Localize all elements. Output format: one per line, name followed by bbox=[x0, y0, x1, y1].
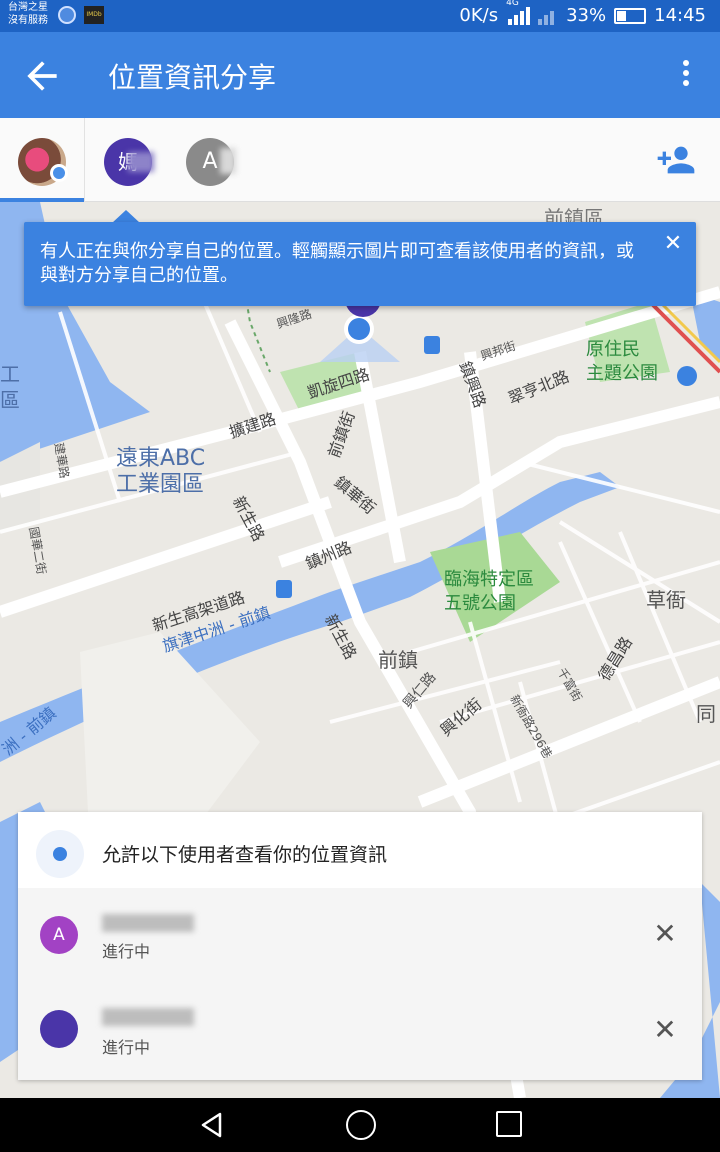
divider bbox=[84, 118, 85, 202]
share-status: 進行中 bbox=[102, 942, 151, 961]
net-speed: 0K/s bbox=[459, 5, 499, 26]
imdb-notification-icon: IMDb bbox=[84, 6, 104, 24]
share-status: 進行中 bbox=[102, 1038, 151, 1057]
battery-icon bbox=[614, 8, 647, 24]
map-label-qianzhen: 前鎮 bbox=[378, 648, 418, 672]
more-vert-icon bbox=[680, 60, 692, 86]
blurred-name-overlay bbox=[128, 152, 154, 172]
info-tooltip: 有人正在與你分享自己的位置。輕觸顯示圖片即可查看該使用者的資訊，或與對方分享自己… bbox=[24, 222, 696, 306]
location-radio[interactable] bbox=[36, 830, 84, 878]
location-notification-icon bbox=[58, 6, 76, 24]
remove-share-button[interactable]: ✕ bbox=[652, 1016, 678, 1044]
my-location-dot-icon bbox=[50, 164, 68, 182]
close-icon: ✕ bbox=[663, 231, 683, 256]
nav-recents-icon[interactable] bbox=[496, 1111, 522, 1137]
close-tooltip-button[interactable]: ✕ bbox=[662, 231, 684, 256]
clock: 14:45 bbox=[654, 5, 706, 26]
person-avatar-a[interactable]: A bbox=[186, 138, 236, 186]
system-nav-bar bbox=[0, 1098, 720, 1152]
map-label-linhai-park: 臨海特定區 五號公園 bbox=[444, 569, 534, 614]
page-title: 位置資訊分享 bbox=[108, 61, 277, 94]
map-label-caoya: 草衙 bbox=[646, 588, 686, 612]
map-label-edge-3: 同 bbox=[696, 702, 716, 726]
avatar-initial: A bbox=[202, 149, 218, 174]
list-item[interactable]: 進行中 ✕ bbox=[18, 984, 702, 1080]
signal-4g-icon: 4G bbox=[506, 0, 531, 25]
map-label-edge-2: 區 bbox=[0, 388, 20, 412]
avatar: A bbox=[40, 916, 78, 954]
sheet-header: 允許以下使用者查看你的位置資訊 bbox=[18, 812, 702, 888]
app-bar: 位置資訊分享 bbox=[0, 32, 720, 118]
shared-with-list: A 進行中 ✕ 進行中 ✕ bbox=[18, 888, 702, 1080]
radio-dot-icon bbox=[53, 847, 67, 861]
list-item[interactable]: A 進行中 ✕ bbox=[18, 888, 702, 984]
map-label-far-east-industrial-park: 遠東ABC 工業園區 bbox=[116, 446, 206, 497]
close-icon: ✕ bbox=[653, 1013, 677, 1046]
carrier-name: 台灣之星 bbox=[8, 2, 48, 13]
blurred-name bbox=[102, 1008, 194, 1026]
sharing-sheet: 允許以下使用者查看你的位置資訊 A 進行中 ✕ 進行中 ✕ bbox=[18, 812, 702, 1080]
blurred-name bbox=[102, 914, 194, 932]
arrow-back-icon bbox=[27, 61, 57, 91]
signal-no-service-icon bbox=[536, 7, 558, 25]
tooltip-text: 有人正在與你分享自己的位置。輕觸顯示圖片即可查看該使用者的資訊，或與對方分享自己… bbox=[40, 241, 634, 286]
net-type: 4G bbox=[506, 0, 519, 8]
carrier-service: 沒有服務 bbox=[8, 15, 48, 26]
carrier-info: 台灣之星 沒有服務 bbox=[8, 1, 48, 27]
blurred-name-overlay bbox=[220, 148, 236, 174]
status-bar: 台灣之星 沒有服務 IMDb 0K/s 4G 33% 14:45 bbox=[0, 0, 720, 32]
shared-people-bar: 媽 A bbox=[0, 118, 720, 202]
battery-percent: 33% bbox=[566, 5, 607, 26]
status-indicators: 0K/s 4G 33% 14:45 bbox=[459, 0, 706, 28]
more-options-button[interactable] bbox=[680, 60, 692, 90]
map-label-indigenous-park: 原住民 主題公園 bbox=[586, 339, 658, 384]
person-add-icon bbox=[657, 146, 695, 174]
sheet-title: 允許以下使用者查看你的位置資訊 bbox=[102, 844, 388, 866]
nav-home-icon[interactable] bbox=[346, 1110, 376, 1140]
back-button[interactable] bbox=[20, 54, 64, 98]
person-avatar-mom[interactable]: 媽 bbox=[104, 138, 154, 186]
remove-share-button[interactable]: ✕ bbox=[652, 920, 678, 948]
avatar bbox=[40, 1010, 78, 1048]
add-person-button[interactable] bbox=[656, 140, 696, 180]
close-icon: ✕ bbox=[653, 917, 677, 950]
map-label-edge-1: 工 bbox=[0, 362, 20, 386]
nav-back-icon[interactable] bbox=[198, 1111, 226, 1139]
